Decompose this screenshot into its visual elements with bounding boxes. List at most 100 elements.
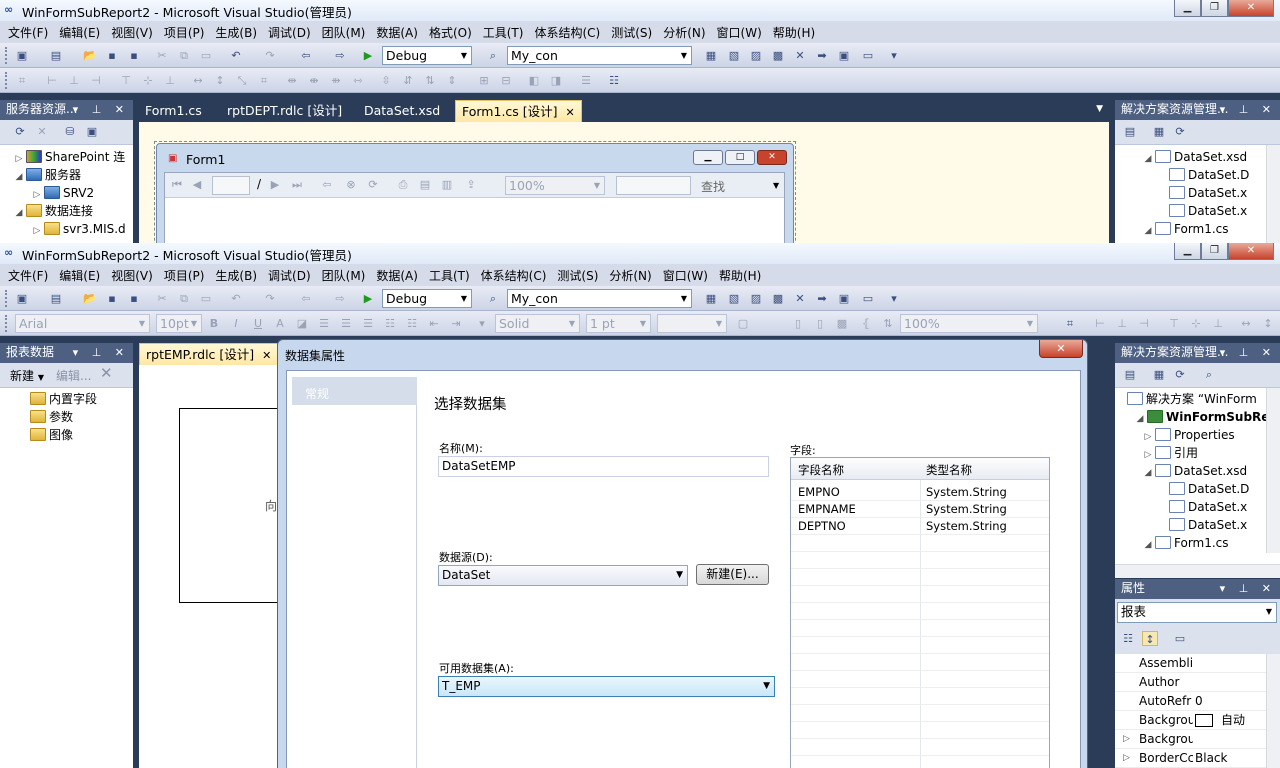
menu-format[interactable]: 格式(O) (425, 24, 476, 41)
align-centers-icon[interactable]: ⊥ (66, 73, 82, 88)
property-row[interactable]: Author (1115, 673, 1269, 692)
sort-icon[interactable]: ⇅ (880, 316, 896, 331)
page-header-icon[interactable]: ▯ (812, 316, 828, 331)
previous-page-icon[interactable]: ◀ (189, 177, 205, 192)
restore-button[interactable]: ❐ (1201, 0, 1228, 17)
form1-selection[interactable]: ▣ Form1 ▁ □ ✕ ⏮ ◀ / ▶ ⏭ ⇦ ⊗ ⟳ ⎙ ▤ ▥ ⇪ 10… (154, 141, 796, 243)
view-class-diagram-icon[interactable]: ⌕ (1201, 367, 1217, 382)
toolbar-grip[interactable] (5, 315, 9, 332)
solution-configuration-combo[interactable]: Debug ▼ (382, 289, 472, 308)
toolbar-grip[interactable] (5, 290, 9, 307)
restore-button[interactable]: ❐ (1201, 243, 1228, 260)
increase-vspacing-icon[interactable]: ⇵ (400, 73, 416, 88)
refresh-icon[interactable]: ⟳ (1172, 124, 1188, 139)
line-color-combo[interactable]: ▼ (657, 314, 727, 333)
connection-combo[interactable]: My_con ▼ (507, 46, 692, 65)
navigate-back-icon[interactable]: ⇦ (298, 291, 314, 306)
minimize-button[interactable]: ▁ (1174, 243, 1201, 260)
minimize-button[interactable]: ▁ (1174, 0, 1201, 17)
align-rights-icon[interactable]: ⊣ (1136, 316, 1152, 331)
close-button[interactable]: ✕ (1228, 0, 1274, 17)
center-horizontally-icon[interactable]: ⊞ (476, 73, 492, 88)
tree-item-references[interactable]: ▷ 引用 (1141, 444, 1198, 462)
toolbox-icon[interactable]: ▩ (770, 48, 786, 63)
menu-project[interactable]: 项目(P) (160, 267, 209, 284)
align-to-grid-icon[interactable]: ⌗ (1062, 316, 1078, 331)
align-bottoms-icon[interactable]: ⊥ (1210, 316, 1226, 331)
refresh-icon[interactable]: ⟳ (1172, 367, 1188, 382)
menu-team[interactable]: 团队(M) (318, 24, 370, 41)
menu-file[interactable]: 文件(F) (4, 267, 52, 284)
copy-icon[interactable]: ⧉ (176, 48, 192, 63)
center-vertically-icon[interactable]: ⊟ (498, 73, 514, 88)
tree-item-dataset-xsd[interactable]: ◢ DataSet.xsd (1141, 462, 1247, 480)
properties-icon[interactable]: ▤ (1122, 124, 1138, 139)
tree-item-srv2[interactable]: ▷ SRV2 (30, 184, 94, 202)
expander-icon[interactable]: ◢ (1141, 222, 1155, 240)
properties-icon[interactable]: ▧ (726, 291, 742, 306)
image-icon[interactable]: ▩ (834, 316, 850, 331)
name-field[interactable]: DataSetEMP (438, 456, 769, 477)
save-all-icon[interactable]: ▪ (126, 48, 142, 63)
tab-dataset-xsd[interactable]: DataSet.xsd (358, 100, 446, 122)
connect-to-database-icon[interactable]: ⛁ (62, 124, 78, 139)
redo-icon[interactable]: ↷ (262, 291, 278, 306)
expander-icon[interactable]: ◢ (12, 168, 26, 186)
vertical-scrollbar[interactable] (1266, 388, 1280, 553)
save-icon[interactable]: ▪ (104, 48, 120, 63)
form-close-icon[interactable]: ✕ (757, 150, 787, 165)
tree-item-dataset-xsc[interactable]: DataSet.x (1169, 184, 1247, 202)
horizontal-scrollbar[interactable] (1115, 564, 1280, 578)
tab-dropdown-icon[interactable]: ▼ (1096, 104, 1103, 114)
property-pages-icon[interactable]: ▭ (1172, 631, 1188, 646)
align-bottoms-icon[interactable]: ⊥ (162, 73, 178, 88)
tab-rptemp-design[interactable]: rptEMP.rdlc [设计] ✕ (139, 343, 279, 365)
menu-tools[interactable]: 工具(T) (425, 267, 474, 284)
expander-icon[interactable]: ▷ (30, 222, 44, 240)
add-item-icon[interactable]: ▤ (48, 291, 64, 306)
page-number-input[interactable] (212, 176, 250, 195)
horizontal-spacing-icon[interactable]: ⇹ (284, 73, 300, 88)
zoom-combo[interactable]: 100% ▼ (505, 176, 605, 195)
menu-window[interactable]: 窗口(W) (713, 24, 766, 41)
bring-to-front-icon[interactable]: ◧ (526, 73, 542, 88)
menu-project[interactable]: 项目(P) (160, 24, 209, 41)
menu-debug[interactable]: 调试(D) (264, 267, 315, 284)
decrease-vspacing-icon[interactable]: ⇅ (422, 73, 438, 88)
tab-form1-design[interactable]: Form1.cs [设计] ✕ (455, 100, 582, 122)
remove-spacing-icon[interactable]: ⇿ (350, 73, 366, 88)
tree-item-form1[interactable]: ◢ Form1.cs (1141, 534, 1229, 552)
property-row[interactable]: ▷ Backgrou (1115, 730, 1269, 749)
underline-icon[interactable]: U (250, 316, 266, 331)
form-minimize-icon[interactable]: ▁ (693, 150, 723, 165)
menu-analyze[interactable]: 分析(N) (659, 24, 709, 41)
menu-file[interactable]: 文件(F) (4, 24, 52, 41)
panel-buttons[interactable]: ▾ ⊥ ✕ (1220, 343, 1276, 362)
property-value[interactable]: Black (1195, 749, 1227, 767)
tree-item-servers[interactable]: ◢ 服务器 (12, 166, 81, 184)
categorized-icon[interactable]: ☷ (1120, 631, 1136, 646)
navigate-forward-icon[interactable]: ⇨ (332, 291, 348, 306)
find-in-files-icon[interactable]: ⌕ (485, 48, 501, 63)
bullets-icon[interactable]: ☷ (382, 316, 398, 331)
data-source-combo[interactable]: DataSet ▼ (438, 565, 688, 586)
open-file-icon[interactable]: 📂 (82, 291, 98, 306)
menu-debug[interactable]: 调试(D) (264, 24, 315, 41)
menu-help[interactable]: 帮助(H) (769, 24, 819, 41)
menu-data[interactable]: 数据(A) (372, 24, 422, 41)
menu-edit[interactable]: 编辑(E) (55, 24, 104, 41)
command-window-icon[interactable]: ▭ (860, 291, 876, 306)
properties-object-combo[interactable]: 报表 ▼ (1117, 602, 1277, 623)
expander-icon[interactable]: ▷ (1123, 730, 1130, 748)
panel-buttons[interactable]: ▾ ⊥ ✕ (73, 100, 129, 119)
property-row[interactable]: Backgrou 自动 (1115, 711, 1269, 730)
tree-item-svr3[interactable]: ▷ svr3.MIS.d (30, 220, 126, 238)
menu-build[interactable]: 生成(B) (211, 24, 261, 41)
report-body[interactable]: 向 (179, 408, 289, 603)
panel-buttons[interactable]: ▾ ⊥ ✕ (1220, 100, 1276, 119)
show-all-files-icon[interactable]: ▦ (1151, 367, 1167, 382)
align-middles-icon[interactable]: ⊹ (140, 73, 156, 88)
expander-icon[interactable]: ◢ (1141, 464, 1155, 482)
property-value[interactable]: 自动 (1221, 711, 1245, 729)
tree-item-dataset-xss[interactable]: DataSet.x (1169, 516, 1247, 534)
